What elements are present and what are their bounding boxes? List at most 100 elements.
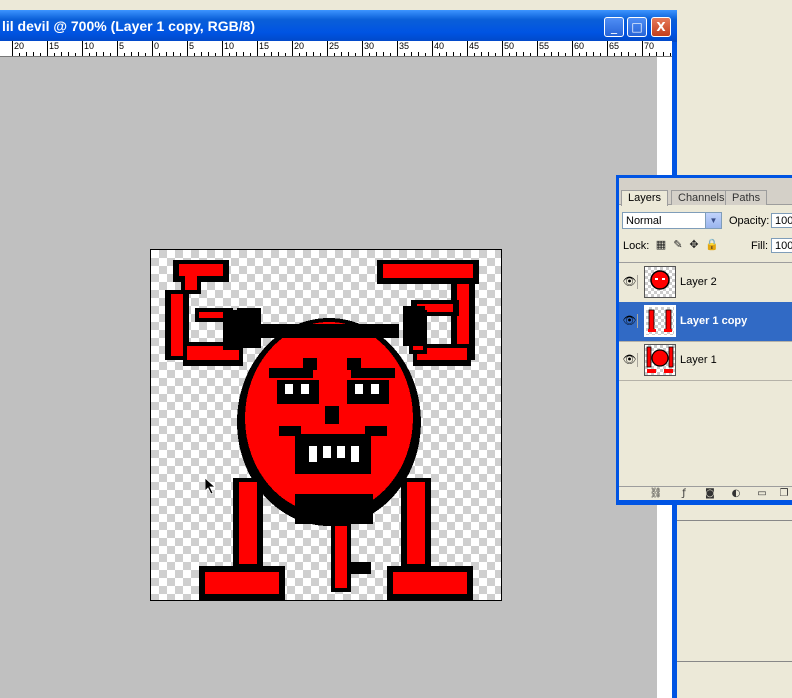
ruler-minor-tick: [418, 52, 419, 56]
ruler-minor-tick: [313, 52, 314, 56]
adjustment-layer-icon[interactable]: ◐: [729, 488, 743, 500]
lock-icon[interactable]: 🔒: [705, 239, 719, 251]
ruler-minor-tick: [250, 53, 251, 56]
ruler-minor-tick: [243, 52, 244, 56]
ruler-minor-tick: [474, 53, 475, 56]
ruler-minor-tick: [299, 53, 300, 56]
ruler-minor-tick: [271, 52, 272, 56]
ruler-label: 55: [539, 41, 550, 51]
tab-layers[interactable]: Layers: [621, 190, 669, 206]
ruler-minor-tick: [33, 52, 34, 56]
eye-icon[interactable]: 👁: [622, 275, 638, 289]
ruler-minor-tick: [180, 53, 181, 56]
ruler-tick: [572, 41, 573, 56]
layer-style-icon[interactable]: ƒ: [677, 488, 691, 500]
tab-channels[interactable]: Channels: [671, 190, 732, 205]
opacity-field[interactable]: 100: [771, 213, 792, 228]
ruler-label: 5: [189, 41, 195, 51]
ruler-tick: [327, 41, 328, 56]
chevron-down-icon[interactable]: ▼: [705, 213, 721, 228]
ruler-tick: [82, 41, 83, 56]
ruler-minor-tick: [439, 53, 440, 56]
ruler-minor-tick: [208, 52, 209, 56]
right-horn: [403, 306, 425, 346]
ruler-label: 25: [329, 41, 340, 51]
ruler-minor-tick: [656, 52, 657, 56]
ruler-minor-tick: [425, 53, 426, 56]
ruler-label: 5: [119, 41, 125, 51]
ruler-tick: [642, 41, 643, 56]
ruler-minor-tick: [376, 52, 377, 56]
close-button[interactable]: X: [651, 17, 671, 37]
ruler-minor-tick: [355, 53, 356, 56]
ruler-minor-tick: [26, 52, 27, 56]
ruler-minor-tick: [544, 53, 545, 56]
ruler-tick: [117, 41, 118, 56]
ruler-minor-tick: [145, 53, 146, 56]
ruler-minor-tick: [103, 52, 104, 56]
side-panel: [672, 520, 792, 662]
layer-mask-icon[interactable]: ◙: [703, 488, 717, 500]
ruler-minor-tick: [159, 53, 160, 56]
panel-footer: ⛓ ƒ ◙ ◐ ▭ ❐: [619, 486, 792, 501]
layer-row-layer-1[interactable]: 👁 Layer 1: [619, 341, 792, 381]
left-arm: [165, 260, 243, 366]
ruler-minor-tick: [96, 52, 97, 56]
ruler-minor-tick: [453, 52, 454, 56]
ruler-minor-tick: [40, 53, 41, 56]
new-layer-icon[interactable]: ❐: [777, 488, 791, 500]
image-canvas[interactable]: [150, 249, 502, 601]
ruler-minor-tick: [670, 53, 671, 56]
ruler-minor-tick: [194, 53, 195, 56]
ruler-minor-tick: [264, 53, 265, 56]
ruler-minor-tick: [19, 53, 20, 56]
ruler-minor-tick: [614, 53, 615, 56]
ruler-minor-tick: [138, 52, 139, 56]
ruler-minor-tick: [635, 53, 636, 56]
ruler-label: 0: [154, 41, 160, 51]
tab-paths[interactable]: Paths: [725, 190, 768, 205]
ruler-minor-tick: [173, 52, 174, 56]
ruler-tick: [362, 41, 363, 56]
brush-icon[interactable]: ✎: [672, 239, 684, 251]
ruler-minor-tick: [285, 53, 286, 56]
lock-transparent-icon[interactable]: ▦: [655, 239, 667, 251]
eye-icon[interactable]: 👁: [622, 353, 638, 367]
layer-name: Layer 2: [680, 276, 717, 288]
move-icon[interactable]: ✥: [688, 239, 700, 251]
ruler-label: 60: [574, 41, 585, 51]
ruler-minor-tick: [593, 52, 594, 56]
ruler-minor-tick: [341, 52, 342, 56]
ruler-label: 30: [364, 41, 375, 51]
eye-icon[interactable]: 👁: [622, 314, 638, 328]
document-window: lil devil @ 700% (Layer 1 copy, RGB/8) _…: [0, 10, 677, 698]
ruler-minor-tick: [523, 52, 524, 56]
ruler-tick: [607, 41, 608, 56]
link-layers-icon[interactable]: ⛓: [649, 488, 663, 500]
layer-thumbnail: [644, 305, 676, 337]
new-group-icon[interactable]: ▭: [755, 488, 769, 500]
ruler-minor-tick: [236, 52, 237, 56]
ruler-minor-tick: [558, 52, 559, 56]
panel-tabs: Layers Channels Paths: [619, 178, 792, 206]
minimize-button[interactable]: _: [604, 17, 624, 37]
ruler-minor-tick: [628, 52, 629, 56]
ruler-minor-tick: [495, 53, 496, 56]
layer-thumbnail: [644, 344, 676, 376]
ruler-minor-tick: [404, 53, 405, 56]
ruler-minor-tick: [306, 52, 307, 56]
ruler-minor-tick: [460, 53, 461, 56]
layer-row-layer-2[interactable]: 👁 Layer 2: [619, 263, 792, 303]
ruler-minor-tick: [320, 53, 321, 56]
ruler-label: 15: [49, 41, 60, 51]
ruler-minor-tick: [509, 53, 510, 56]
layer-row-layer-1-copy[interactable]: 👁 Layer 1 copy: [619, 302, 792, 342]
canvas-area[interactable]: [0, 57, 672, 698]
arrow-cursor-icon: [205, 478, 217, 494]
document-titlebar[interactable]: lil devil @ 700% (Layer 1 copy, RGB/8) _…: [0, 10, 677, 42]
blend-mode-select[interactable]: Normal ▼: [622, 212, 722, 229]
fill-field[interactable]: 100: [771, 238, 792, 253]
horizontal-ruler[interactable]: 20 15 10 5 0 5 10 15 20 25 30 35 40 45 50 55 60 65 70: [0, 41, 672, 57]
ruler-minor-tick: [201, 52, 202, 56]
maximize-button[interactable]: □: [627, 17, 647, 37]
